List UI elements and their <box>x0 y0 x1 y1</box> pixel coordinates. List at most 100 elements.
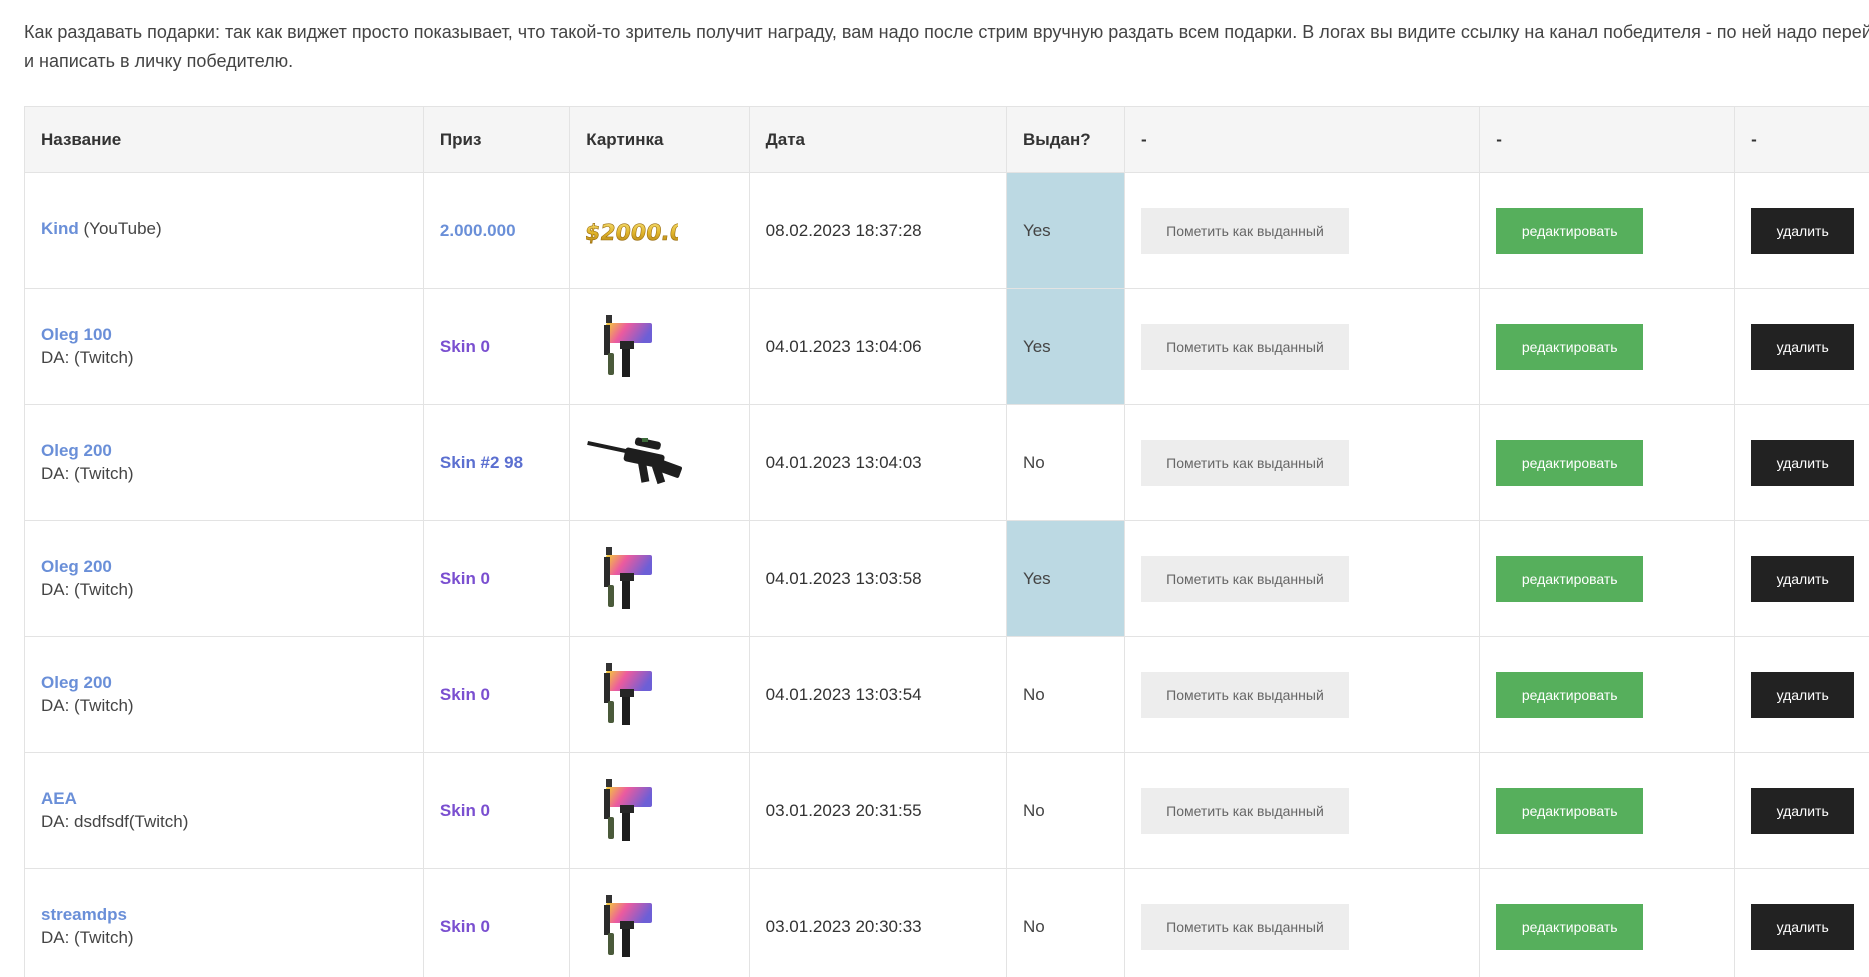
delete-cell: удалить <box>1734 172 1869 289</box>
edit-cell: редактировать <box>1479 172 1736 289</box>
money-image: $2000.000 <box>586 219 678 245</box>
instructions-line-1: Как раздавать подарки: так как виджет пр… <box>24 22 1869 42</box>
edit-cell: редактировать <box>1479 752 1736 869</box>
table-row: Oleg 100 DA: (Twitch) Skin 0 04.01.2023 … <box>24 288 1869 405</box>
winner-channel-link[interactable]: AEA <box>41 789 77 808</box>
name-cell: streamdps DA: (Twitch) <box>24 868 424 977</box>
image-cell <box>569 404 750 521</box>
edit-button[interactable]: редактировать <box>1496 439 1644 486</box>
image-cell <box>569 520 750 637</box>
prize-link[interactable]: Skin #2 98 <box>440 453 523 472</box>
delete-button[interactable]: удалить <box>1751 207 1855 254</box>
edit-cell: редактировать <box>1479 288 1736 405</box>
prize-cell: Skin 0 <box>422 288 571 405</box>
winner-platform: DA: (Twitch) <box>41 928 134 947</box>
page: Как раздавать подарки: так как виджет пр… <box>0 0 1869 977</box>
prize-cell: Skin #2 98 <box>422 404 571 521</box>
edit-cell: редактировать <box>1479 404 1736 521</box>
date-cell: 03.01.2023 20:31:55 <box>748 752 1007 869</box>
mark-cell: Пометить как выданный <box>1123 172 1481 289</box>
delete-button[interactable]: удалить <box>1751 323 1855 370</box>
name-cell: Oleg 200 DA: (Twitch) <box>24 520 424 637</box>
mark-as-given-button[interactable]: Пометить как выданный <box>1140 555 1349 602</box>
prize-link[interactable]: Skin 0 <box>440 801 490 820</box>
winner-channel-link[interactable]: Kind <box>41 219 79 238</box>
mark-as-given-button[interactable]: Пометить как выданный <box>1140 903 1349 950</box>
table-row: streamdps DA: (Twitch) Skin 0 03.01.2023… <box>24 868 1869 977</box>
prize-link[interactable]: 2.000.000 <box>440 221 516 240</box>
prize-cell: Skin 0 <box>422 636 571 753</box>
name-cell: Oleg 200 DA: (Twitch) <box>24 404 424 521</box>
edit-button[interactable]: редактировать <box>1496 903 1644 950</box>
winner-channel-link[interactable]: Oleg 200 <box>41 557 112 576</box>
date-cell: 03.01.2023 20:30:33 <box>748 868 1007 977</box>
winner-channel-link[interactable]: Oleg 100 <box>41 325 112 344</box>
edit-cell: редактировать <box>1479 868 1736 977</box>
header-given: Выдан? <box>1005 106 1125 173</box>
mark-as-given-button[interactable]: Пометить как выданный <box>1140 207 1349 254</box>
winner-channel-link[interactable]: Oleg 200 <box>41 673 112 692</box>
delete-button[interactable]: удалить <box>1751 787 1855 834</box>
delete-cell: удалить <box>1734 288 1869 405</box>
name-cell: Oleg 100 DA: (Twitch) <box>24 288 424 405</box>
mark-as-given-button[interactable]: Пометить как выданный <box>1140 323 1349 370</box>
mark-cell: Пометить как выданный <box>1123 288 1481 405</box>
winner-platform: DA: (Twitch) <box>41 348 134 367</box>
winner-channel-link[interactable]: Oleg 200 <box>41 441 112 460</box>
header-prize: Приз <box>422 106 571 173</box>
name-cell: Kind (YouTube) <box>24 172 424 289</box>
delete-cell: удалить <box>1734 404 1869 521</box>
edit-cell: редактировать <box>1479 636 1736 753</box>
date-cell: 04.01.2023 13:04:03 <box>748 404 1007 521</box>
edit-button[interactable]: редактировать <box>1496 555 1644 602</box>
given-status: No <box>1005 868 1125 977</box>
smg-image <box>604 314 653 377</box>
smg-image <box>604 546 653 609</box>
table-row: Kind (YouTube) 2.000.000 $2000.000 08.02… <box>24 172 1869 289</box>
instructions-text: Как раздавать подарки: так как виджет пр… <box>24 18 1869 76</box>
mark-cell: Пометить как выданный <box>1123 868 1481 977</box>
header-edit: - <box>1479 106 1736 173</box>
header-image: Картинка <box>569 106 750 173</box>
delete-button[interactable]: удалить <box>1751 671 1855 718</box>
winner-channel-link[interactable]: streamdps <box>41 905 127 924</box>
edit-button[interactable]: редактировать <box>1496 207 1644 254</box>
image-cell <box>569 868 750 977</box>
mark-as-given-button[interactable]: Пометить как выданный <box>1140 671 1349 718</box>
prize-cell: Skin 0 <box>422 520 571 637</box>
winner-platform: DA: (Twitch) <box>41 580 134 599</box>
delete-button[interactable]: удалить <box>1751 555 1855 602</box>
smg-image <box>604 778 653 841</box>
delete-cell: удалить <box>1734 520 1869 637</box>
mark-as-given-button[interactable]: Пометить как выданный <box>1140 439 1349 486</box>
image-cell <box>569 752 750 869</box>
winner-platform: DA: (Twitch) <box>41 464 134 483</box>
date-cell: 04.01.2023 13:03:58 <box>748 520 1007 637</box>
table-row: Oleg 200 DA: (Twitch) Skin 0 04.01.2023 … <box>24 636 1869 753</box>
instructions-line-2: и написать в личку победителю. <box>24 51 294 71</box>
header-mark: - <box>1123 106 1481 173</box>
mark-as-given-button[interactable]: Пометить как выданный <box>1140 787 1349 834</box>
table-header-row: Название Приз Картинка Дата Выдан? - - - <box>24 106 1869 173</box>
delete-button[interactable]: удалить <box>1751 903 1855 950</box>
delete-cell: удалить <box>1734 868 1869 977</box>
winner-platform: DA: (Twitch) <box>41 696 134 715</box>
edit-button[interactable]: редактировать <box>1496 323 1644 370</box>
edit-button[interactable]: редактировать <box>1496 671 1644 718</box>
smg-image <box>604 662 653 725</box>
given-status: No <box>1005 404 1125 521</box>
winner-platform: DA: dsdfsdf(Twitch) <box>41 812 189 831</box>
image-cell <box>569 636 750 753</box>
delete-button[interactable]: удалить <box>1751 439 1855 486</box>
prize-link[interactable]: Skin 0 <box>440 569 490 588</box>
header-delete: - <box>1734 106 1869 173</box>
prize-link[interactable]: Skin 0 <box>440 337 490 356</box>
edit-button[interactable]: редактировать <box>1496 787 1644 834</box>
table-row: Oleg 200 DA: (Twitch) Skin #2 98 04.01.2… <box>24 404 1869 521</box>
smg-image <box>604 894 653 957</box>
given-status: Yes <box>1005 288 1125 405</box>
date-cell: 04.01.2023 13:04:06 <box>748 288 1007 405</box>
prize-link[interactable]: Skin 0 <box>440 685 490 704</box>
name-cell: AEA DA: dsdfsdf(Twitch) <box>24 752 424 869</box>
prize-link[interactable]: Skin 0 <box>440 917 490 936</box>
